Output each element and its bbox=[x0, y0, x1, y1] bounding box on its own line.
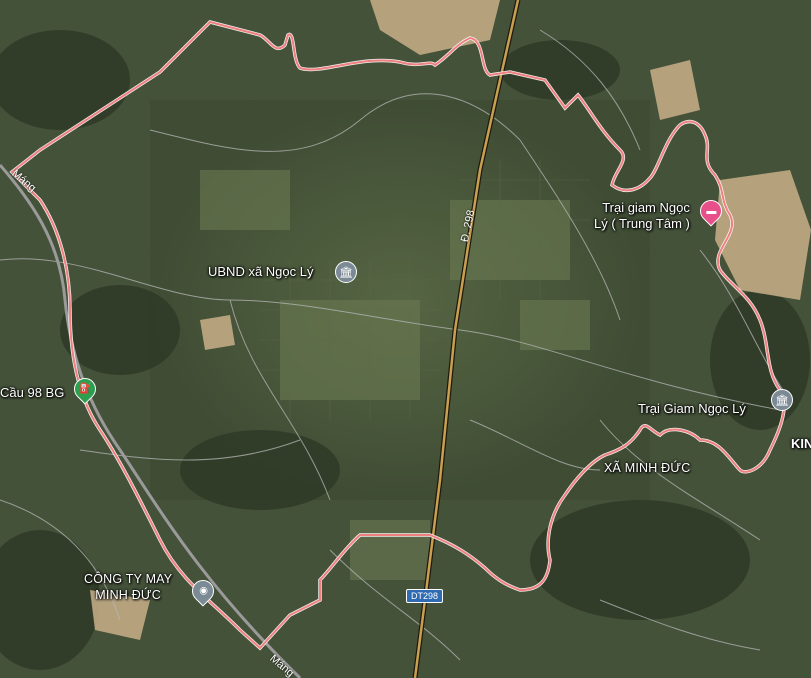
place-label-cong-ty-may[interactable]: CÔNG TY MAY MINH ĐỨC bbox=[84, 571, 172, 603]
area-label-xa-minh-duc: XÃ MINH ĐỨC bbox=[604, 461, 691, 475]
government-building-icon[interactable]: 🏛 bbox=[771, 389, 793, 411]
government-building-icon[interactable]: 🏛 bbox=[335, 261, 357, 283]
place-label-ubnd[interactable]: UBND xã Ngọc Lý bbox=[208, 264, 313, 280]
road-shield-dt298: DT298 bbox=[406, 589, 444, 603]
place-label-trai-giam-trung-tam[interactable]: Trại giam Ngọc Lý ( Trung Tâm ) bbox=[586, 200, 690, 232]
place-label-trai-giam[interactable]: Trại Giam Ngọc Lý bbox=[638, 401, 746, 417]
place-label-cau98[interactable]: Cầu 98 BG bbox=[0, 385, 64, 401]
place-label-edge: KIN bbox=[791, 436, 811, 451]
place-label-line: MINH ĐỨC bbox=[95, 588, 162, 602]
place-label-line: Trại giam Ngọc bbox=[602, 200, 690, 215]
place-label-line: CÔNG TY MAY bbox=[84, 572, 173, 586]
place-label-line: Lý ( Trung Tâm ) bbox=[594, 216, 690, 231]
map-view[interactable]: Đ. 298 DT298 Máng Máng Trại giam Ngọc Lý… bbox=[0, 0, 811, 678]
